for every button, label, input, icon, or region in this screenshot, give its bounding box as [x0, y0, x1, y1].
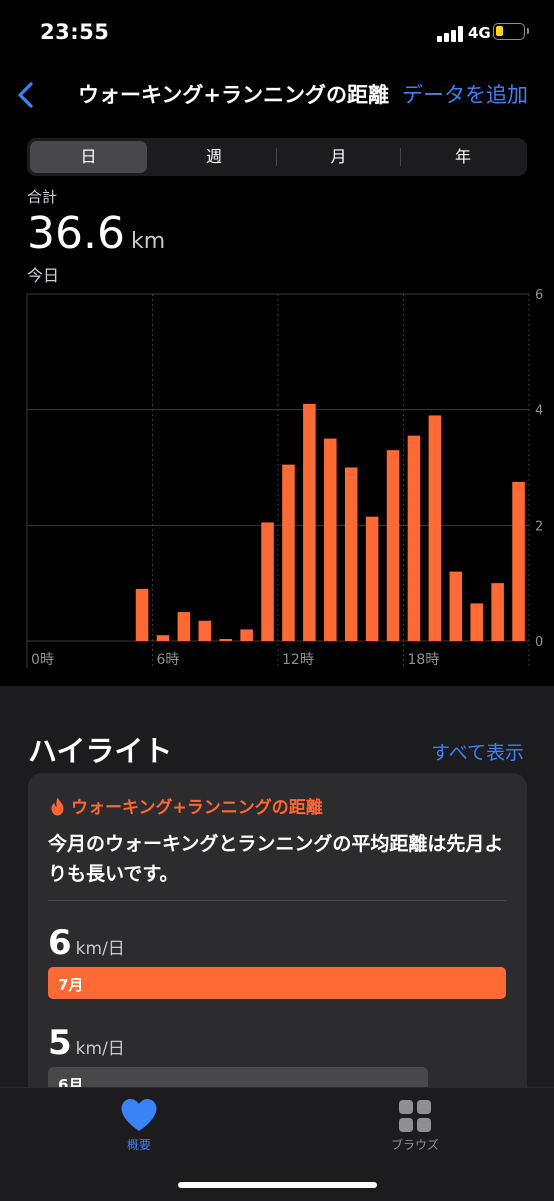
chart-bar	[324, 438, 337, 641]
highlight-card-heading: ウォーキング+ランニングの距離	[50, 793, 323, 818]
segment-month[interactable]: 月	[277, 138, 400, 176]
tab-summary[interactable]: 概要	[79, 1096, 199, 1156]
status-time: 23:55	[40, 20, 110, 44]
chart-bar	[407, 435, 421, 641]
flame-icon	[51, 797, 64, 816]
chart-bar	[386, 450, 400, 641]
chart-bar	[449, 571, 463, 641]
previous-value: 5	[48, 1023, 72, 1063]
heart-icon	[121, 1099, 157, 1131]
total-label: 合計	[27, 188, 58, 206]
add-data-button[interactable]: データを追加	[402, 79, 528, 109]
tab-browse[interactable]: ブラウズ	[355, 1096, 475, 1156]
chart-bar	[491, 583, 504, 641]
chart-bar	[219, 639, 232, 641]
x-tick-label: 12時	[282, 652, 314, 668]
battery-level	[496, 26, 503, 36]
current-month-label: 7月	[58, 976, 84, 994]
chart-bar	[470, 603, 483, 641]
tab-summary-label: 概要	[126, 1138, 151, 1152]
chart-bar	[198, 620, 212, 641]
network-type: 4G	[468, 24, 491, 42]
cellular-signal-icon	[437, 26, 463, 42]
current-month-bar: 7月	[48, 967, 506, 999]
current-month-average: 6 km/日	[48, 923, 125, 963]
x-tick-label: 6時	[157, 652, 180, 668]
chart-bar	[282, 464, 295, 641]
chart-bar	[156, 635, 170, 641]
status-bar: 23:55 4G	[0, 0, 554, 64]
previous-unit: km/日	[75, 1039, 125, 1059]
chart-bar	[261, 522, 274, 641]
tab-browse-label: ブラウズ	[390, 1138, 439, 1152]
y-tick-label: 6	[535, 288, 543, 303]
chart-bar	[135, 588, 149, 641]
distance-bar-chart[interactable]: 0 2 4 6 0時 6時 12時 18時	[0, 285, 554, 677]
chart-bar	[428, 415, 442, 641]
y-tick-label: 0	[535, 635, 543, 650]
x-tick-label: 18時	[408, 652, 440, 668]
period-label: 今日	[27, 266, 60, 285]
chart-bar	[512, 481, 525, 641]
highlight-card-body: 今月のウォーキングとランニングの平均距離は先月よりも長いです。	[48, 833, 504, 885]
segment-week[interactable]: 週	[152, 138, 276, 176]
previous-month-average: 5 km/日	[48, 1023, 125, 1063]
chart-bar	[303, 403, 316, 641]
show-all-link[interactable]: すべて表示	[431, 738, 524, 765]
battery-icon	[493, 23, 529, 40]
highlight-heading-text: ウォーキング+ランニングの距離	[71, 798, 323, 818]
y-tick-label: 4	[535, 404, 543, 419]
home-indicator	[178, 1182, 377, 1188]
current-unit: km/日	[75, 939, 125, 959]
period-segmented-control: 日 週 月 年	[27, 138, 527, 176]
back-chevron-icon[interactable]	[14, 80, 38, 110]
total-distance: 36.6 km	[27, 208, 165, 259]
page-title: ウォーキング+ランニングの距離	[78, 83, 389, 107]
divider	[48, 900, 506, 901]
total-value: 36.6	[27, 208, 125, 259]
segment-day[interactable]: 日	[30, 141, 147, 173]
chart-bar	[177, 612, 191, 641]
highlights-title: ハイライト	[28, 734, 173, 768]
current-value: 6	[48, 923, 72, 963]
grid-icon	[399, 1100, 431, 1132]
x-tick-label: 0時	[31, 652, 54, 668]
y-tick-label: 2	[535, 519, 543, 534]
chart-bar	[365, 516, 379, 641]
total-unit: km	[130, 229, 166, 254]
chart-bar	[240, 629, 253, 641]
segment-year[interactable]: 年	[401, 138, 525, 176]
highlight-card[interactable]: ウォーキング+ランニングの距離 今月のウォーキングとランニングの平均距離は先月よ…	[28, 773, 527, 1103]
chart-bar	[344, 467, 358, 641]
navigation-bar: ウォーキング+ランニングの距離 データを追加	[0, 64, 554, 124]
